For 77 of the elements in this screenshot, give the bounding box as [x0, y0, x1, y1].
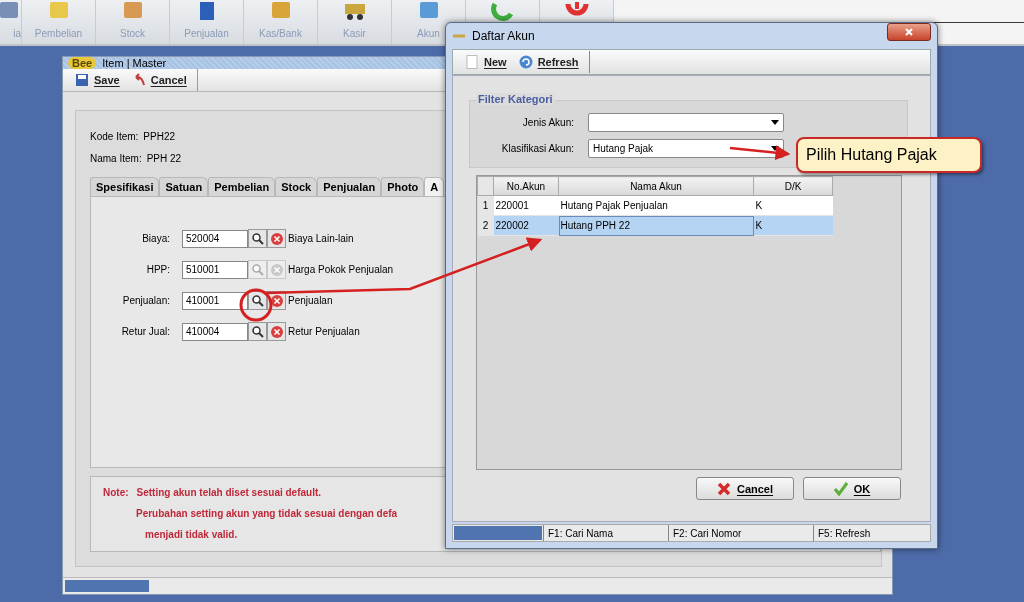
group-title: Filter Kategori — [476, 93, 555, 105]
note-text: menjadi tidak valid. — [145, 529, 238, 540]
callout-label: Pilih Hutang Pajak — [796, 137, 982, 173]
field-label: Kode Item: — [90, 130, 139, 142]
field-value: PPH22 — [143, 130, 176, 142]
cross-icon — [716, 481, 731, 496]
tab[interactable]: A — [424, 177, 445, 196]
tab[interactable]: Satuan — [159, 177, 209, 196]
refresh-icon — [490, 2, 515, 22]
note-text: Setting akun telah diset sesuai default. — [136, 487, 322, 500]
search-icon — [250, 262, 265, 277]
tab[interactable]: Pembelian — [208, 177, 276, 196]
clear-icon — [269, 324, 284, 339]
field-label: Klasifikasi Akun: — [500, 142, 575, 154]
field-label: Biaya: — [141, 233, 171, 244]
app-logo: Bee — [68, 57, 97, 69]
note-text: Perubahan setting akun yang tidak sesuai dengan defa — [136, 508, 398, 519]
toolbar-button[interactable]: Cancel — [129, 69, 198, 91]
shortcut-hint: F2: Cari Nomor — [668, 525, 813, 541]
field-label: HPP: — [145, 264, 171, 275]
cart-icon — [342, 2, 367, 22]
search-icon — [250, 324, 265, 339]
account-name: Retur Penjualan — [288, 326, 360, 337]
close-icon — [904, 27, 914, 37]
table-row[interactable]: 1 220001 Hutang Pajak Penjualan K — [477, 195, 833, 216]
row-number: 2 — [477, 215, 494, 236]
dropdown[interactable]: Hutang Pajak — [588, 138, 784, 158]
search-button[interactable] — [248, 229, 267, 248]
account-name: Harga Pokok Penjualan — [288, 264, 394, 275]
annotation-arrow — [729, 145, 791, 161]
column-header[interactable]: No.Akun — [493, 176, 559, 196]
clear-button[interactable] — [267, 229, 286, 248]
shortcut-hint: F5: Refresh — [813, 525, 871, 541]
corner-cell — [477, 176, 494, 196]
row-number: 1 — [477, 195, 494, 216]
account-code-field[interactable]: 520004 — [182, 229, 248, 248]
account-name: Biaya Lain-lain — [288, 233, 354, 244]
note-label: Note: — [103, 487, 129, 500]
blank-page-icon — [465, 55, 479, 69]
window-title: Daftar Akun — [472, 29, 536, 43]
search-icon — [250, 293, 265, 308]
clear-icon — [269, 293, 284, 308]
toolbar-button[interactable]: Save — [73, 69, 130, 91]
table-row[interactable]: 2 220002 Hutang PPH 22 K — [477, 215, 833, 236]
window-icon — [452, 32, 466, 40]
account-name: Penjualan — [288, 295, 333, 306]
column-header[interactable]: D/K — [753, 176, 833, 196]
shortcut-hint: F1: Cari Nama — [543, 525, 668, 541]
toolbar-button[interactable]: New — [463, 51, 517, 73]
tab[interactable]: Stock — [275, 177, 318, 196]
window-title: Item | Master — [102, 57, 167, 69]
column-header[interactable]: Nama Akun — [558, 176, 754, 196]
field-value: PPH 22 — [146, 152, 182, 164]
tab[interactable]: Penjualan — [317, 177, 382, 196]
tab[interactable]: Photo — [381, 177, 425, 196]
field-label: Penjualan: — [121, 295, 171, 306]
account-code-field[interactable]: 410001 — [182, 291, 248, 310]
search-button[interactable] — [248, 322, 267, 341]
cancel-button[interactable]: Cancel — [696, 477, 794, 500]
account-code-field[interactable]: 410004 — [182, 322, 248, 341]
field-label: Retur Jual: — [120, 326, 171, 337]
clear-icon — [269, 231, 284, 246]
toolbar-button[interactable]: Refresh — [516, 51, 590, 73]
check-icon — [833, 481, 848, 496]
caret-icon — [771, 119, 779, 125]
ok-button[interactable]: OK — [803, 477, 901, 500]
field-label: Nama Item: — [90, 152, 142, 164]
refresh-icon — [518, 55, 533, 69]
close-button[interactable] — [887, 23, 931, 41]
clear-icon — [269, 262, 284, 277]
caret-icon — [771, 145, 779, 151]
dropdown[interactable] — [588, 112, 784, 132]
search-icon — [250, 231, 265, 246]
tab[interactable]: Spesifikasi — [90, 177, 160, 196]
field-label: Jenis Akun: — [521, 116, 575, 128]
clear-button[interactable] — [267, 322, 286, 341]
highlight-circle — [239, 288, 273, 322]
